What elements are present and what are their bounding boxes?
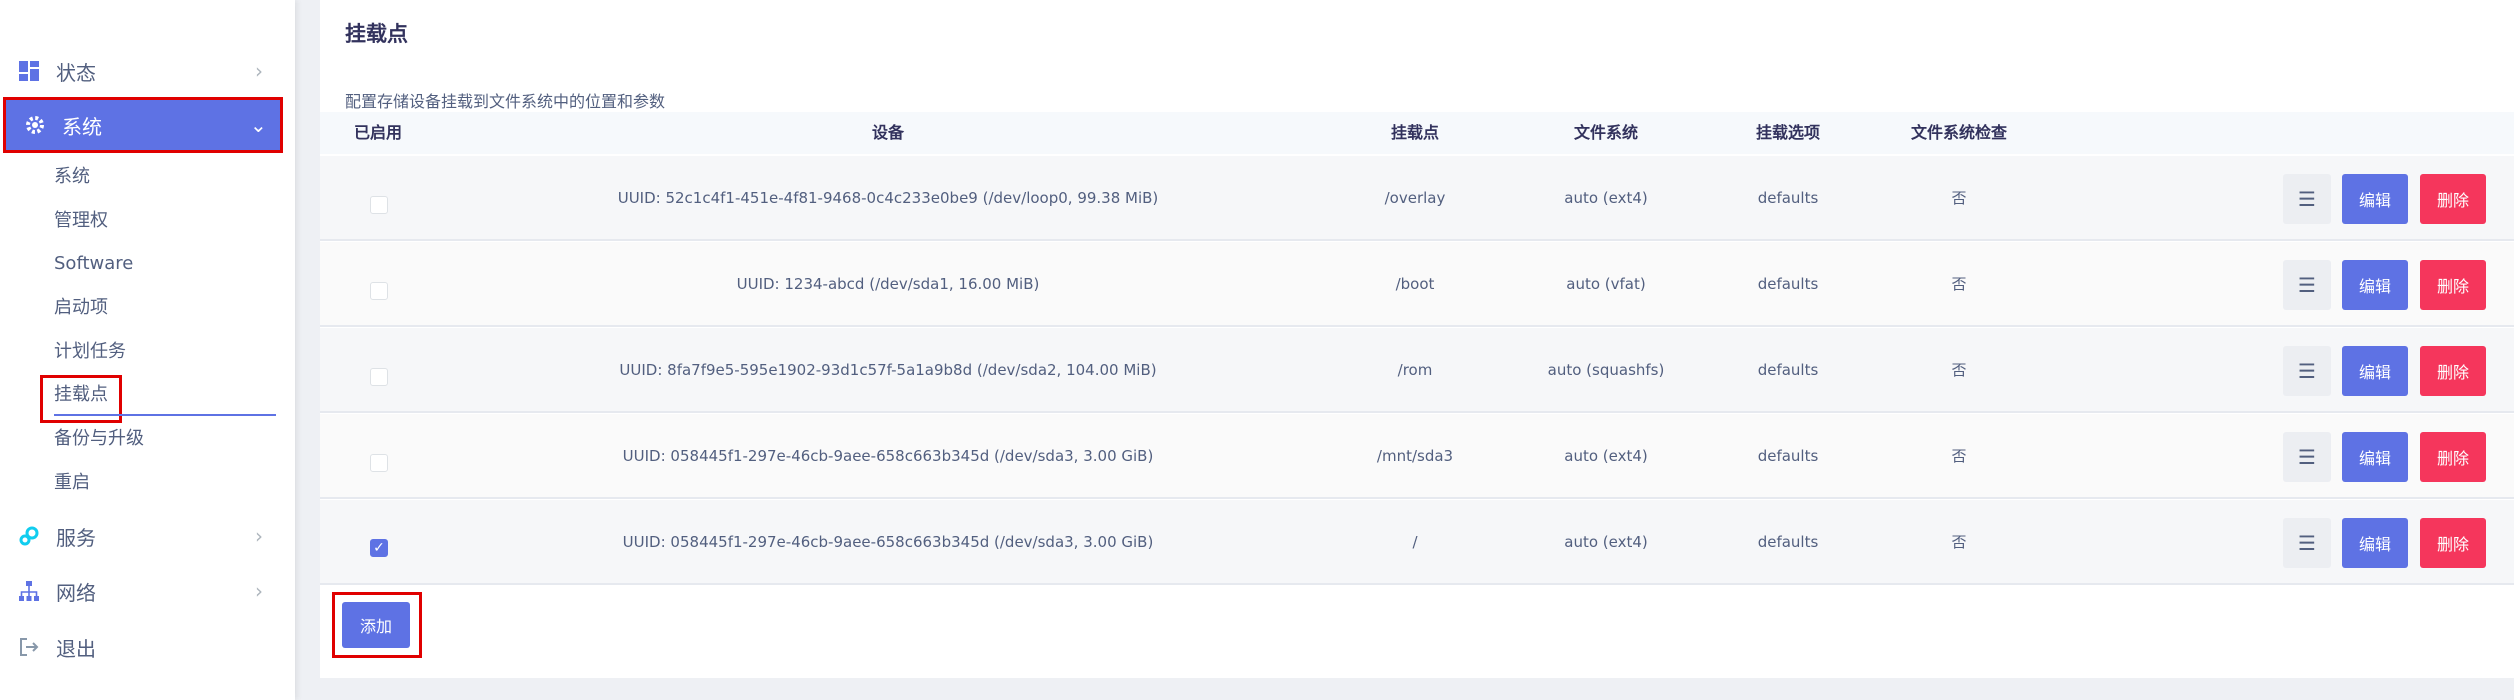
mount-point-cell: /overlay <box>1384 189 1446 207</box>
fs-check-cell: 否 <box>1951 275 1967 293</box>
device-cell: UUID: 058445f1-297e-46cb-9aee-658c663b34… <box>622 447 1154 465</box>
table-row: UUID: 1234-abcd (/dev/sda1, 16.00 MiB) /… <box>320 242 2514 327</box>
delete-button[interactable]: 删除 <box>2420 432 2486 482</box>
edit-button[interactable]: 编辑 <box>2342 518 2408 568</box>
column-header-enabled: 已启用 <box>353 123 403 142</box>
enabled-checkbox[interactable] <box>370 368 388 386</box>
device-cell: UUID: 52c1c4f1-451e-4f81-9468-0c4c233e0b… <box>617 189 1159 207</box>
column-header-mount-point: 挂载点 <box>1390 123 1440 142</box>
dashboard-icon <box>18 60 40 82</box>
highlight-box: 添加 <box>332 592 422 658</box>
sidebar-item-system[interactable]: 系统 ⌄ <box>3 97 283 153</box>
checkmark-icon: ✓ <box>373 540 385 556</box>
sidebar-item-label: 状态 <box>56 60 96 85</box>
chevron-right-icon: › <box>255 579 263 603</box>
enabled-checkbox[interactable] <box>370 454 388 472</box>
sidebar-item-label: 网络 <box>56 580 96 605</box>
mount-options-cell: defaults <box>1757 447 1819 465</box>
delete-button[interactable]: 删除 <box>2420 518 2486 568</box>
table-header: 已启用 设备 挂载点 文件系统 挂载选项 文件系统检查 <box>320 112 2514 154</box>
enabled-checkbox[interactable]: ✓ <box>370 539 388 557</box>
filesystem-cell: auto (vfat) <box>1566 275 1646 293</box>
chevron-right-icon: › <box>255 59 263 83</box>
logout-icon <box>18 636 40 658</box>
table-row: UUID: 058445f1-297e-46cb-9aee-658c663b34… <box>320 414 2514 499</box>
fs-check-cell: 否 <box>1951 361 1967 379</box>
filesystem-cell: auto (ext4) <box>1564 447 1648 465</box>
drag-handle-button[interactable]: ☰ <box>2283 518 2331 568</box>
device-cell: UUID: 1234-abcd (/dev/sda1, 16.00 MiB) <box>736 275 1040 293</box>
active-underline <box>54 414 276 416</box>
gear-icon <box>24 114 46 136</box>
add-button[interactable]: 添加 <box>342 602 410 648</box>
services-icon <box>18 525 40 547</box>
delete-button[interactable]: 删除 <box>2420 346 2486 396</box>
sidebar-item-label: 服务 <box>56 525 96 550</box>
drag-handle-button[interactable]: ☰ <box>2283 174 2331 224</box>
mount-points-card: 挂载点 配置存储设备挂载到文件系统中的位置和参数 已启用 设备 挂载点 文件系统… <box>320 0 2514 678</box>
network-icon <box>18 580 40 602</box>
enabled-checkbox[interactable] <box>370 282 388 300</box>
edit-button[interactable]: 编辑 <box>2342 346 2408 396</box>
fs-check-cell: 否 <box>1951 189 1967 207</box>
table-row: ✓ UUID: 058445f1-297e-46cb-9aee-658c663b… <box>320 500 2514 585</box>
sidebar: 状态 › 系统 ⌄ 系统 管理权 Software 启动项 计划任务 挂载点 备… <box>0 0 295 700</box>
filesystem-cell: auto (ext4) <box>1564 533 1648 551</box>
submenu-item-startup[interactable]: 启动项 <box>54 294 108 322</box>
drag-handle-button[interactable]: ☰ <box>2283 432 2331 482</box>
sidebar-item-label: 退出 <box>56 636 96 661</box>
submenu-item-system[interactable]: 系统 <box>54 163 90 191</box>
column-header-fs-check: 文件系统检查 <box>1910 123 2008 142</box>
submenu-item-mount-points[interactable]: 挂载点 <box>54 381 108 409</box>
mount-options-cell: defaults <box>1757 361 1819 379</box>
sidebar-item-status[interactable]: 状态 › <box>0 43 285 99</box>
filesystem-cell: auto (squashfs) <box>1547 361 1665 379</box>
device-cell: UUID: 8fa7f9e5-595e1902-93d1c57f-5a1a9b8… <box>619 361 1157 379</box>
submenu-item-backup-upgrade[interactable]: 备份与升级 <box>54 425 144 453</box>
table-row: UUID: 52c1c4f1-451e-4f81-9468-0c4c233e0b… <box>320 156 2514 241</box>
table-row: UUID: 8fa7f9e5-595e1902-93d1c57f-5a1a9b8… <box>320 328 2514 413</box>
mount-point-cell: / <box>1412 533 1418 551</box>
edit-button[interactable]: 编辑 <box>2342 260 2408 310</box>
mount-point-cell: /rom <box>1397 361 1433 379</box>
submenu-item-scheduled-tasks[interactable]: 计划任务 <box>54 338 126 366</box>
mount-options-cell: defaults <box>1757 533 1819 551</box>
column-header-device: 设备 <box>871 123 905 142</box>
sidebar-item-services[interactable]: 服务 › <box>0 508 285 564</box>
fs-check-cell: 否 <box>1951 447 1967 465</box>
sidebar-item-network[interactable]: 网络 › <box>0 563 285 619</box>
sidebar-item-logout[interactable]: 退出 <box>0 619 285 675</box>
mount-options-cell: defaults <box>1757 275 1819 293</box>
chevron-right-icon: › <box>255 524 263 548</box>
mount-point-cell: /boot <box>1395 275 1435 293</box>
column-header-mount-options: 挂载选项 <box>1755 123 1821 142</box>
submenu-item-software[interactable]: Software <box>54 250 133 278</box>
mount-options-cell: defaults <box>1757 189 1819 207</box>
enabled-checkbox[interactable] <box>370 196 388 214</box>
submenu-item-reboot[interactable]: 重启 <box>54 469 90 497</box>
edit-button[interactable]: 编辑 <box>2342 174 2408 224</box>
drag-handle-button[interactable]: ☰ <box>2283 260 2331 310</box>
page-description: 配置存储设备挂载到文件系统中的位置和参数 <box>345 92 666 111</box>
delete-button[interactable]: 删除 <box>2420 174 2486 224</box>
column-header-filesystem: 文件系统 <box>1573 123 1639 142</box>
filesystem-cell: auto (ext4) <box>1564 189 1648 207</box>
drag-handle-button[interactable]: ☰ <box>2283 346 2331 396</box>
device-cell: UUID: 058445f1-297e-46cb-9aee-658c663b34… <box>622 533 1154 551</box>
edit-button[interactable]: 编辑 <box>2342 432 2408 482</box>
delete-button[interactable]: 删除 <box>2420 260 2486 310</box>
fs-check-cell: 否 <box>1951 533 1967 551</box>
sidebar-item-label: 系统 <box>62 114 102 139</box>
page-title: 挂载点 <box>345 22 408 46</box>
chevron-down-icon: ⌄ <box>250 113 267 137</box>
submenu-item-admin[interactable]: 管理权 <box>54 207 108 235</box>
mount-point-cell: /mnt/sda3 <box>1376 447 1454 465</box>
